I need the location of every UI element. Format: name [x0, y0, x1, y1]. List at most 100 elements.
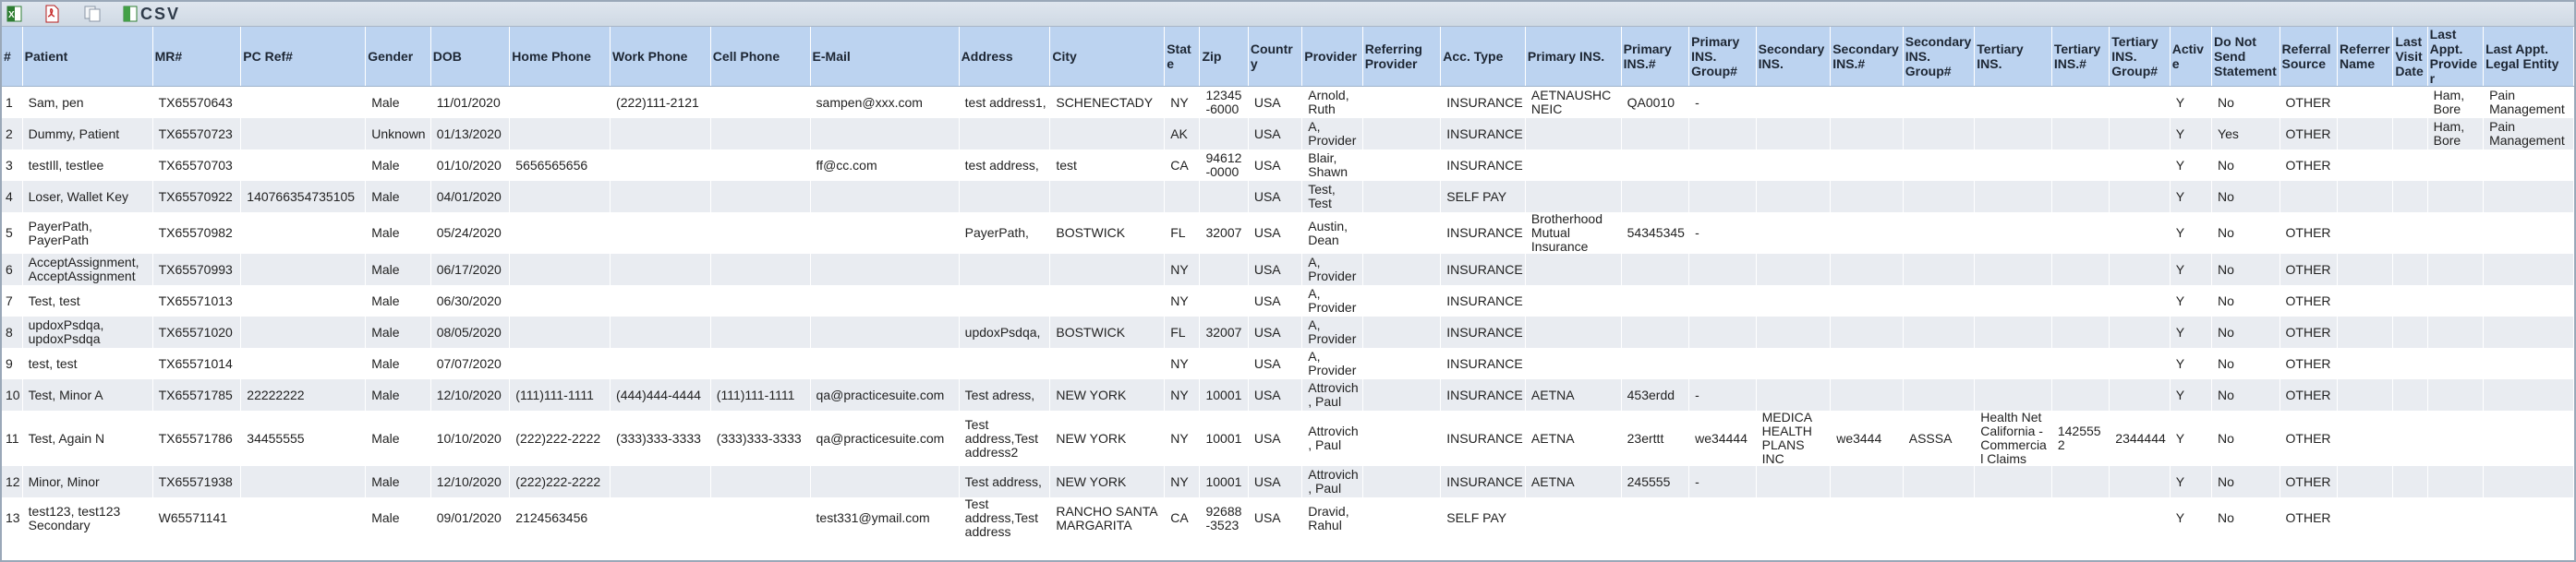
table-cell: A, Provider	[1301, 285, 1363, 317]
csv-export-icon[interactable]	[122, 5, 139, 23]
table-cell	[2337, 212, 2394, 254]
table-cell: test	[1049, 149, 1166, 181]
table-cell	[2392, 285, 2428, 317]
column-header[interactable]: MR#	[152, 27, 242, 87]
table-cell	[1974, 149, 2052, 181]
table-row[interactable]: 5 PayerPath, PayerPath TX65570982 Male 05/24…	[2, 212, 2574, 254]
table-cell: USA	[1248, 254, 1303, 285]
table-cell: 10001	[1199, 466, 1249, 497]
column-header[interactable]: Primary INS. Group#	[1688, 27, 1757, 87]
table-cell	[1688, 317, 1757, 348]
svg-text:X: X	[8, 10, 15, 20]
table-cell	[2427, 497, 2485, 539]
column-header[interactable]: Referral Source	[2280, 27, 2338, 87]
table-cell	[610, 348, 711, 379]
excel-export-icon[interactable]: X	[6, 5, 24, 23]
column-header[interactable]: Secondary INS.#	[1830, 27, 1904, 87]
table-row[interactable]: 1 Sam, pen TX65570643 Male 11/01/2020 (222)11…	[2, 86, 2574, 118]
column-header[interactable]: Primary INS.	[1525, 27, 1622, 87]
column-header[interactable]: Gender	[365, 27, 431, 87]
column-header[interactable]: Active	[2170, 27, 2213, 87]
column-header[interactable]: PC Ref#	[240, 27, 367, 87]
copy-icon[interactable]	[83, 5, 103, 23]
table-cell: Health Net California - Commercial Claim…	[1974, 411, 2052, 466]
table-row[interactable]: 2 Dummy, Patient TX65570723 Unknown 01/13/20…	[2, 118, 2574, 149]
table-cell: FL	[1164, 212, 1201, 254]
table-row[interactable]: 13 test123, test123 Secondary W65571141 Mal…	[2, 497, 2574, 539]
column-header[interactable]: Last Appt. Provider	[2427, 27, 2485, 87]
table-cell	[1756, 497, 1832, 539]
column-header[interactable]: DOB	[430, 27, 511, 87]
table-cell: Y	[2170, 348, 2213, 379]
table-cell	[1621, 317, 1690, 348]
column-header[interactable]: Country	[1248, 27, 1303, 87]
table-cell: USA	[1248, 285, 1303, 317]
table-cell: Ham, Bore	[2427, 118, 2485, 149]
column-header[interactable]: #	[2, 27, 23, 87]
table-cell: 34455555	[240, 411, 367, 466]
table-cell	[810, 466, 960, 497]
table-row[interactable]: 7 Test, test TX65571013 Male 06/30/2020 NY USA…	[2, 285, 2574, 317]
column-header[interactable]: E-Mail	[810, 27, 960, 87]
column-header[interactable]: Tertiary INS.	[1974, 27, 2052, 87]
column-header[interactable]: Patient	[22, 27, 153, 87]
table-cell: USA	[1248, 348, 1303, 379]
table-cell	[2427, 379, 2485, 411]
table-cell: USA	[1248, 466, 1303, 497]
table-cell: BOSTWICK	[1049, 212, 1166, 254]
table-cell	[2109, 348, 2171, 379]
table-cell	[710, 466, 811, 497]
table-row[interactable]: 10 Test, Minor A TX65571785 22222222 Male 12/…	[2, 379, 2574, 411]
table-cell	[710, 118, 811, 149]
column-header[interactable]: City	[1049, 27, 1166, 87]
table-cell	[240, 466, 367, 497]
table-row[interactable]: 11 Test, Again N TX65571786 34455555 Male 10/…	[2, 411, 2574, 466]
table-cell	[2483, 411, 2574, 466]
column-header[interactable]: State	[1164, 27, 1201, 87]
table-cell: 4	[2, 181, 23, 212]
column-header[interactable]: Secondary INS. Group#	[1903, 27, 1976, 87]
column-header[interactable]: Provider	[1301, 27, 1363, 87]
table-cell: Male	[365, 348, 431, 379]
table-cell	[1199, 181, 1249, 212]
table-row[interactable]: 4 Loser, Wallet Key TX65570922 140766354735…	[2, 181, 2574, 212]
table-cell	[1525, 348, 1622, 379]
table-row[interactable]: 6 AcceptAssignment, AcceptAssignment TX655…	[2, 254, 2574, 285]
column-header[interactable]: Primary INS.#	[1621, 27, 1690, 87]
column-header[interactable]: Cell Phone	[710, 27, 811, 87]
column-header[interactable]: Last Visit Date	[2392, 27, 2428, 87]
table-cell: AETNA	[1525, 379, 1622, 411]
table-cell	[1199, 118, 1249, 149]
table-row[interactable]: 8 updoxPsdqa, updoxPsdqa TX65571020 Male 08/…	[2, 317, 2574, 348]
column-header[interactable]: Do Not Send Statement	[2211, 27, 2280, 87]
table-row[interactable]: 3 testIll, testlee TX65570703 Male 01/10/202…	[2, 149, 2574, 181]
table-cell	[1830, 118, 1904, 149]
column-header[interactable]: Tertiary INS.#	[2051, 27, 2110, 87]
table-cell: OTHER	[2280, 212, 2338, 254]
pdf-export-icon[interactable]	[42, 5, 61, 23]
column-header[interactable]: Referrer Name	[2337, 27, 2394, 87]
table-cell: 11/01/2020	[430, 86, 511, 118]
table-cell: Brotherhood Mutual Insurance	[1525, 212, 1622, 254]
column-header[interactable]: Address	[959, 27, 1051, 87]
column-header[interactable]: Work Phone	[610, 27, 711, 87]
table-cell	[2337, 348, 2394, 379]
column-header[interactable]: Zip	[1199, 27, 1249, 87]
column-header[interactable]: Last Appt. Legal Entity	[2483, 27, 2574, 87]
table-cell: INSURANCE	[1440, 348, 1526, 379]
column-header[interactable]: Referring Provider	[1362, 27, 1442, 87]
csv-label[interactable]: CSV	[140, 5, 180, 24]
table-cell	[2337, 497, 2394, 539]
table-row[interactable]: 12 Minor, Minor TX65571938 Male 12/10/2020 (2…	[2, 466, 2574, 497]
column-header[interactable]: Tertiary INS. Group#	[2109, 27, 2171, 87]
table-cell: 04/01/2020	[430, 181, 511, 212]
table-row[interactable]: 9 test, test TX65571014 Male 07/07/2020 NY USA…	[2, 348, 2574, 379]
table-cell	[509, 118, 611, 149]
column-header[interactable]: Acc. Type	[1440, 27, 1526, 87]
table-cell	[2109, 149, 2171, 181]
table-cell	[1525, 317, 1622, 348]
column-header[interactable]: Home Phone	[509, 27, 611, 87]
table-cell	[1830, 149, 1904, 181]
table-cell	[2483, 212, 2574, 254]
column-header[interactable]: Secondary INS.	[1756, 27, 1832, 87]
